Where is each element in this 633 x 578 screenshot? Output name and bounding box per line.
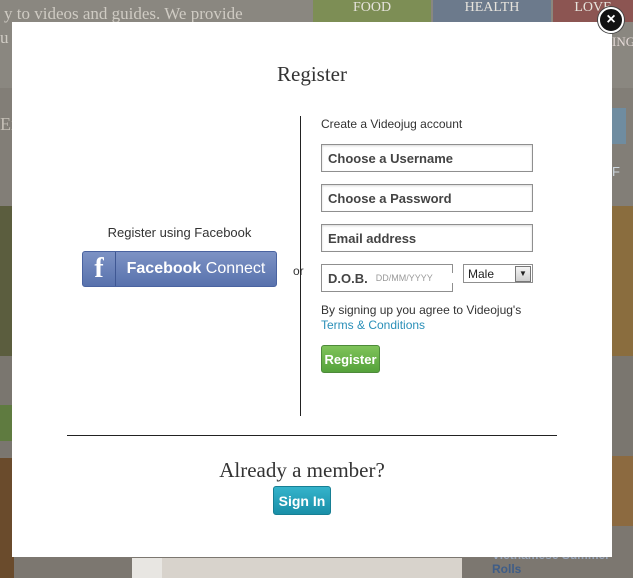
terms-link[interactable]: Terms & Conditions bbox=[321, 318, 425, 332]
dob-label: D.O.B. bbox=[328, 270, 368, 286]
username-field[interactable] bbox=[321, 144, 533, 172]
background-text-right: F bbox=[612, 164, 620, 179]
register-button[interactable]: Register bbox=[321, 345, 380, 373]
sign-in-button[interactable]: Sign In bbox=[273, 486, 331, 515]
background-text-ing: ING bbox=[612, 34, 633, 49]
vertical-divider bbox=[300, 116, 301, 416]
background-tagline-2: u bbox=[0, 28, 9, 47]
background-tab-health: HEALTH bbox=[433, 0, 551, 22]
background-card-2 bbox=[162, 558, 462, 578]
modal-title: Register bbox=[277, 62, 347, 86]
or-separator: or bbox=[293, 264, 304, 278]
chevron-down-icon[interactable]: ▼ bbox=[515, 265, 531, 282]
facebook-icon: f bbox=[83, 252, 116, 286]
gender-select[interactable]: Male ▼ bbox=[463, 264, 533, 283]
background-card bbox=[132, 558, 162, 578]
background-photo-right bbox=[612, 206, 633, 356]
facebook-connect-bold: Facebook bbox=[126, 260, 202, 277]
background-tab-food: FOOD bbox=[313, 0, 431, 22]
dob-input[interactable] bbox=[375, 273, 456, 283]
password-field[interactable] bbox=[321, 184, 533, 212]
dob-field[interactable]: D.O.B. bbox=[321, 264, 456, 292]
facebook-connect-button[interactable]: f Facebook Connect bbox=[82, 251, 277, 287]
email-field[interactable] bbox=[321, 224, 533, 252]
close-icon[interactable]: × bbox=[598, 7, 624, 33]
gender-selected-value: Male bbox=[468, 266, 495, 281]
horizontal-divider bbox=[67, 435, 557, 436]
background-tagline: y to videos and guides. We provide bbox=[4, 4, 243, 23]
create-account-heading: Create a Videojug account bbox=[321, 117, 463, 131]
facebook-connect-label: Facebook Connect bbox=[116, 260, 276, 278]
facebook-connect-thin: Connect bbox=[205, 260, 266, 277]
facebook-register-label: Register using Facebook bbox=[107, 225, 252, 240]
background-thumbnail bbox=[612, 108, 626, 144]
register-modal: Register Register using Facebook f Faceb… bbox=[12, 22, 612, 557]
already-member-heading: Already a member? bbox=[219, 458, 385, 482]
agreement-text: By signing up you agree to Videojug's bbox=[321, 303, 522, 317]
background-recipe-link: Rolls bbox=[492, 562, 522, 576]
